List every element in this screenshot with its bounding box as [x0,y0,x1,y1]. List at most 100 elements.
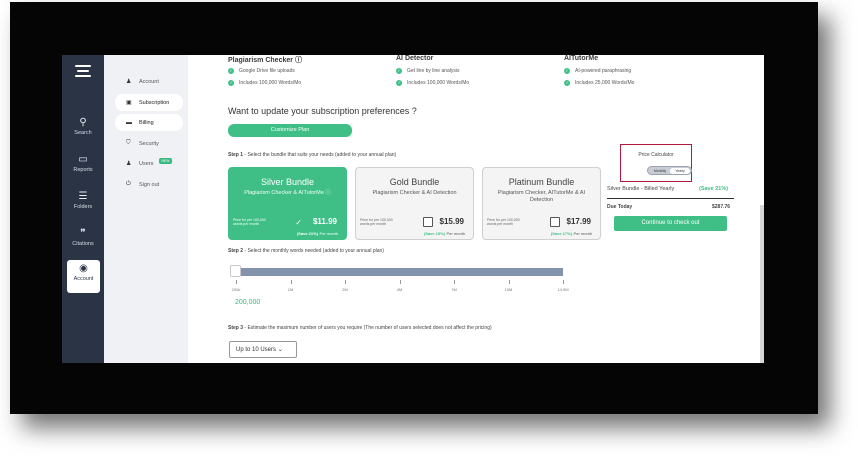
slider-tick-label: 2M [342,287,348,292]
toggle-monthly[interactable]: Monthly [650,168,670,174]
slider-tick-label: 7M [451,287,457,292]
card-icon: ▣ [126,100,132,106]
bundle-title: Silver Bundle [260,177,315,187]
step-3: Step 3 - Estimate the maximum number of … [228,325,492,331]
bundle-card-gold[interactable]: Gold Bundle Plagiarism Checker & AI Dete… [355,167,474,240]
calc-line-save: (Save 21%) [699,186,729,192]
step-1: Step 1 - Select the bundle that suits yo… [228,152,397,158]
rail-item-reports[interactable]: ▭ Reports [62,154,104,173]
subnav-security[interactable]: ⛉ Security [115,135,183,152]
help-icon[interactable]: ⓘ [325,190,331,196]
search-icon: ⚲ [79,117,87,128]
check-icon: ✓ [228,68,234,74]
rail-item-account[interactable]: ◉ Account [67,260,100,293]
bundle-per-month: Per month [573,231,592,236]
slider-tick-label: 4M [396,287,403,292]
feature-item: ✓ Get line by line analysis [396,68,460,74]
feature-title-ai-tutor: AITutorMe [564,55,599,62]
bundle-desc: Plagiarism Checker, AITutorMe & AI Detec… [497,190,586,204]
signout-icon: ⏻ [126,181,131,187]
step-2: Step 2 - Select the monthly words needed… [228,248,384,254]
slider-tick-label: 200k [231,287,241,292]
bundle-title: Platinum Bundle [508,177,575,187]
calc-line-label: Silver Bundle - Billed Yearly [607,186,675,192]
bundle-save: (Save 15%) [423,231,445,236]
feature-item: ✓ Google Drive file uploads [228,68,295,74]
rail-item-search[interactable]: ⚲ Search [62,117,104,136]
slider-value: 200,000 [235,299,261,306]
bundle-price-note: Price for per 100,000 words per month [233,217,266,226]
scrollbar[interactable] [760,205,764,363]
user-circle-icon: ◉ [79,263,88,274]
subnav-subscription[interactable]: ▣ Subscription [115,94,183,111]
bundle-price: $17.99 [566,217,591,226]
bundle-card-platinum[interactable]: Platinum Bundle Plagiarism Checker, AITu… [482,167,601,240]
billing-period-toggle[interactable]: Monthly Yearly [647,166,692,175]
toggle-yearly[interactable]: Yearly [670,168,690,174]
account-subnav: ♟ Account ▣ Subscription ▬ Billing ⛉ Securit… [104,55,188,363]
bundle-price-note: Price for per 100,000 words per month [360,217,393,226]
folder-icon: ▭ [78,154,88,165]
subnav-billing[interactable]: ▬ Billing [115,114,183,131]
check-icon: ✓ [564,80,570,86]
subnav-account[interactable]: ♟ Account [115,73,183,90]
feature-item: ✓ AI-powered paraphrasing [564,68,632,74]
slider-tick-mark [236,280,237,284]
feature-title-ai-detector: AI Detector [396,55,434,62]
subnav-signout[interactable]: ⏻ Sign out [115,176,183,193]
check-icon: ✓ [396,80,402,86]
words-slider-handle[interactable] [230,265,241,277]
feature-title-plagiarism: Plagiarism Checker ⓘ [228,57,302,64]
slider-tick-mark [454,280,455,284]
rail-item-folders[interactable]: ☰ Folders [62,191,104,210]
price-calculator-title: Price Calculator [638,152,674,158]
subscription-main: Plagiarism Checker ⓘ ✓ Google Drive file … [188,55,764,363]
app-window: ⚲ Search ▭ Reports ☰ Folders ❞ Citations… [62,55,764,363]
feature-item: ✓ Includes 100,000 Words/Mo [228,80,302,86]
check-icon: ✓ [564,68,570,74]
bundle-per-month: Per month [446,231,465,236]
left-rail: ⚲ Search ▭ Reports ☰ Folders ❞ Citations… [62,55,104,363]
bundle-checkbox[interactable] [423,217,433,227]
chevron-down-icon: ⌄ [277,347,283,353]
help-icon[interactable]: ⓘ [295,57,302,64]
bundle-title: Gold Bundle [389,177,440,187]
feature-item: ✓ Includes 100,000 Words/Mo [396,80,470,86]
bundle-save: (Save 21%) [296,231,318,236]
slider-tick-mark [290,280,292,284]
checkout-button[interactable]: Continue to check out [614,216,727,231]
customize-plan-button[interactable]: Customize Plan [228,124,352,137]
price-calculator-box: Price Calculator Monthly Yearly [620,144,692,182]
bundle-desc: Plagiarism Checker & AI Detection [372,190,457,196]
users-select[interactable]: Up to 10 Users ⌄ [229,341,297,358]
slider-tick-mark [563,280,564,284]
users-icon: ♟ [126,161,132,167]
bundle-per-month: Per month [319,231,338,236]
list-icon: ☰ [78,191,88,202]
new-badge: NEW [159,158,172,164]
slider-tick-label: 10M [504,287,513,292]
rail-item-citations[interactable]: ❞ Citations [62,228,104,247]
slider-tick-mark [399,280,401,284]
logo-icon[interactable] [75,65,91,79]
person-icon: ♟ [126,79,132,85]
slider-tick-label: 1M [287,287,294,292]
slider-tick-mark [508,280,510,284]
words-slider-track[interactable] [238,268,563,276]
bundle-card-silver[interactable]: Silver Bundle Plagiarism Checker & AITut… [228,167,347,240]
divider [607,198,734,199]
bundle-price: $11.99 [312,217,337,226]
quote-icon: ❞ [80,228,86,239]
checkmark-icon: ✓ [295,218,302,227]
bundle-checkbox[interactable] [550,217,560,227]
subnav-users[interactable]: ♟ Users NEW [115,155,183,172]
bundle-desc: Plagiarism Checker & AITutorMe ⓘ [244,190,331,196]
feature-item: ✓ Includes 25,000 Words/Mo [564,80,635,86]
slider-tick-label: 14.9M [557,287,569,292]
check-icon: ✓ [228,80,234,86]
bundle-price: $15.99 [439,217,464,226]
due-today-label: Due Today [607,204,633,210]
bundle-price-note: Price for per 100,000 words per month [487,217,520,226]
bundle-save: (Save 17%) [550,231,572,236]
billing-icon: ▬ [126,119,132,126]
